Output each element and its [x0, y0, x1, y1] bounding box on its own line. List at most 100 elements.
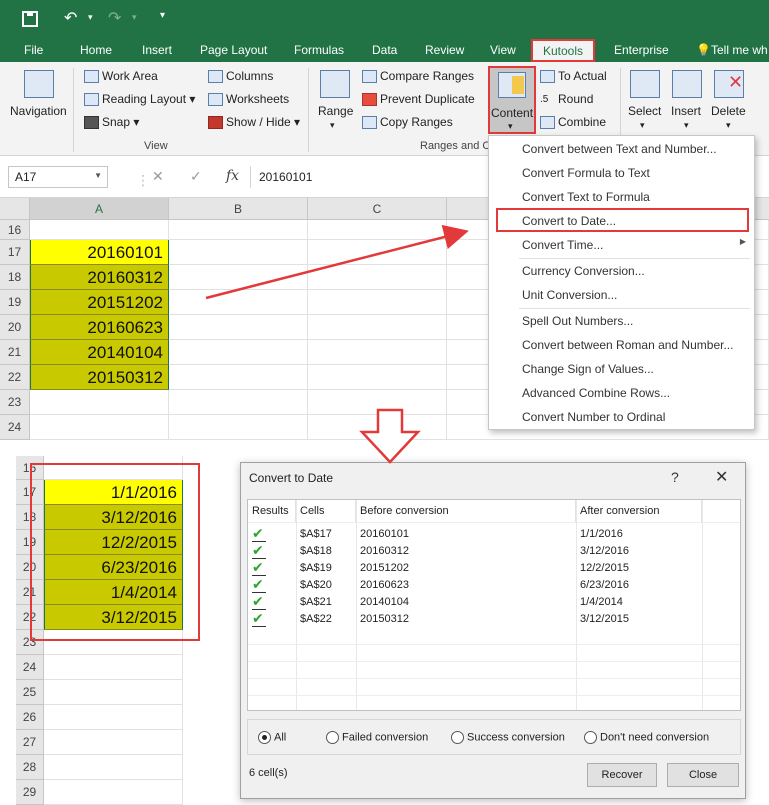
- insert-function-icon[interactable]: fx: [226, 168, 239, 184]
- range-dropdown-icon[interactable]: ▾: [330, 120, 335, 131]
- grid-cell[interactable]: [169, 220, 308, 240]
- select-button[interactable]: Select: [628, 104, 661, 118]
- formula-input[interactable]: [250, 166, 490, 188]
- tab-formulas[interactable]: Formulas: [294, 43, 344, 57]
- row-header[interactable]: 24: [0, 415, 30, 440]
- menu-item-convert-time[interactable]: Convert Time...: [522, 238, 603, 252]
- prevent-duplicate-button[interactable]: Prevent Duplicate: [362, 92, 475, 107]
- menu-item-roman-number[interactable]: Convert between Roman and Number...: [522, 338, 733, 352]
- menu-item-currency-conversion[interactable]: Currency Conversion...: [522, 264, 645, 278]
- grid-cell[interactable]: [30, 390, 169, 415]
- tab-home[interactable]: Home: [80, 43, 112, 57]
- menu-item-number-to-ordinal[interactable]: Convert Number to Ordinal: [522, 410, 665, 424]
- tab-review[interactable]: Review: [425, 43, 464, 57]
- grid-cell[interactable]: [169, 340, 308, 365]
- grid-cell[interactable]: [169, 315, 308, 340]
- save-icon[interactable]: [22, 11, 38, 27]
- undo-dropdown-icon[interactable]: ▾: [88, 12, 93, 23]
- snap-button[interactable]: Snap ▾: [84, 115, 139, 130]
- columns-button[interactable]: Columns: [208, 69, 273, 84]
- header-results[interactable]: Results: [248, 500, 296, 522]
- grid-cell[interactable]: [308, 290, 447, 315]
- row-header[interactable]: 26: [16, 705, 44, 730]
- row-header[interactable]: 28: [16, 755, 44, 780]
- radio-success[interactable]: Success conversion: [451, 731, 565, 744]
- menu-item-convert-text-number[interactable]: Convert between Text and Number...: [522, 142, 717, 156]
- content-button[interactable]: Content ▾: [488, 66, 536, 134]
- grid-cell[interactable]: [308, 220, 447, 240]
- data-cell[interactable]: 20160623: [30, 315, 169, 340]
- column-header-c[interactable]: C: [308, 198, 447, 220]
- row-header[interactable]: 17: [0, 240, 30, 265]
- grid-cell[interactable]: [44, 755, 183, 780]
- menu-item-advanced-combine-rows[interactable]: Advanced Combine Rows...: [522, 386, 670, 400]
- row-header[interactable]: 29: [16, 780, 44, 805]
- row-header[interactable]: 18: [0, 265, 30, 290]
- grid-cell[interactable]: [308, 240, 447, 265]
- menu-item-text-to-formula[interactable]: Convert Text to Formula: [522, 190, 650, 204]
- grid-cell[interactable]: [169, 290, 308, 315]
- worksheets-button[interactable]: Worksheets: [208, 92, 289, 107]
- menu-item-change-sign[interactable]: Change Sign of Values...: [522, 362, 654, 376]
- menu-item-convert-to-date[interactable]: Convert to Date...: [522, 214, 616, 228]
- radio-no-need[interactable]: Don't need conversion: [584, 731, 709, 744]
- tab-page-layout[interactable]: Page Layout: [200, 43, 267, 57]
- grid-cell[interactable]: [169, 240, 308, 265]
- grid-cell[interactable]: [30, 415, 169, 440]
- tab-insert[interactable]: Insert: [142, 43, 172, 57]
- grid-cell[interactable]: [44, 655, 183, 680]
- row-header[interactable]: 27: [16, 730, 44, 755]
- redo-dropdown-icon[interactable]: ▾: [132, 12, 137, 23]
- row-header[interactable]: 16: [0, 220, 30, 240]
- grid-cell[interactable]: [169, 265, 308, 290]
- menu-item-spell-out-numbers[interactable]: Spell Out Numbers...: [522, 314, 633, 328]
- grid-cell[interactable]: [30, 220, 169, 240]
- grid-cell[interactable]: [308, 390, 447, 415]
- customize-toolbar-icon[interactable]: ▾: [160, 10, 165, 21]
- tab-enterprise[interactable]: Enterprise: [614, 43, 669, 57]
- show-hide-button[interactable]: Show / Hide ▾: [208, 115, 300, 130]
- insert-dropdown-icon[interactable]: ▾: [684, 120, 689, 131]
- menu-item-unit-conversion[interactable]: Unit Conversion...: [522, 288, 617, 302]
- row-header[interactable]: 20: [0, 315, 30, 340]
- grid-cell[interactable]: [44, 705, 183, 730]
- delete-dropdown-icon[interactable]: ▾: [726, 120, 731, 131]
- tab-file[interactable]: File: [24, 43, 43, 57]
- data-cell[interactable]: 20160312: [30, 265, 169, 290]
- row-header[interactable]: 23: [0, 390, 30, 415]
- grid-cell[interactable]: [44, 730, 183, 755]
- data-cell[interactable]: 20151202: [30, 290, 169, 315]
- redo-icon[interactable]: ↷: [108, 8, 121, 28]
- column-header-a[interactable]: A: [30, 198, 169, 220]
- select-dropdown-icon[interactable]: ▾: [640, 120, 645, 131]
- grid-cell[interactable]: [169, 390, 308, 415]
- insert-button[interactable]: Insert: [671, 104, 701, 118]
- tell-me-search[interactable]: Tell me wh: [711, 43, 768, 57]
- header-after[interactable]: After conversion: [576, 500, 702, 522]
- column-header-b[interactable]: B: [169, 198, 308, 220]
- data-cell[interactable]: 20150312: [30, 365, 169, 390]
- grid-cell[interactable]: [308, 315, 447, 340]
- copy-ranges-button[interactable]: Copy Ranges: [362, 115, 453, 130]
- grid-cell[interactable]: [44, 780, 183, 805]
- reading-layout-button[interactable]: Reading Layout ▾: [84, 92, 195, 107]
- grid-cell[interactable]: [308, 340, 447, 365]
- data-cell[interactable]: 20140104: [30, 340, 169, 365]
- navigation-button[interactable]: Navigation: [10, 104, 67, 118]
- name-box-dropdown-icon[interactable]: ▼: [94, 171, 102, 180]
- close-button[interactable]: Close: [667, 763, 739, 787]
- radio-failed[interactable]: Failed conversion: [326, 731, 428, 744]
- grid-cell[interactable]: [169, 365, 308, 390]
- close-icon[interactable]: ✕: [715, 467, 728, 487]
- row-header[interactable]: 24: [16, 655, 44, 680]
- cancel-icon[interactable]: ✕: [152, 168, 164, 185]
- grid-cell[interactable]: [308, 265, 447, 290]
- delete-button[interactable]: Delete: [711, 104, 746, 118]
- row-header[interactable]: 19: [0, 290, 30, 315]
- grid-cell[interactable]: [308, 415, 447, 440]
- grid-cell[interactable]: [308, 365, 447, 390]
- work-area-button[interactable]: Work Area: [84, 69, 158, 84]
- header-cells[interactable]: Cells: [296, 500, 356, 522]
- undo-icon[interactable]: ↶: [64, 8, 77, 28]
- row-header[interactable]: 22: [0, 365, 30, 390]
